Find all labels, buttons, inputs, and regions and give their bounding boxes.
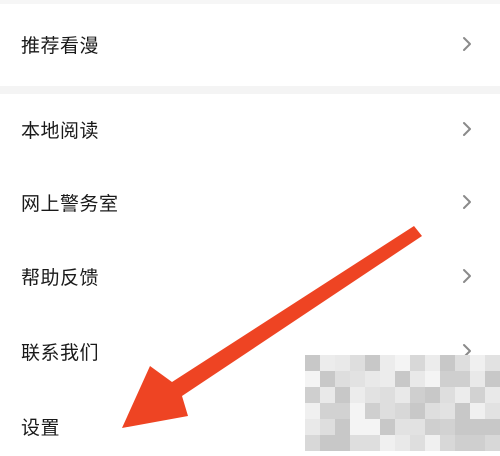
mosaic-cell (440, 371, 455, 387)
mosaic-cell (440, 419, 455, 435)
menu-item-label: 联系我们 (21, 341, 100, 364)
mosaic-cell (305, 387, 320, 403)
mosaic-cell (305, 403, 320, 419)
mosaic-cell (365, 387, 380, 403)
mosaic-cell (320, 387, 335, 403)
mosaic-cell (380, 387, 395, 403)
menu-item-label: 帮助反馈 (21, 266, 100, 289)
top-divider (0, 0, 500, 4)
mosaic-cell (425, 371, 440, 387)
mosaic-cell (470, 419, 485, 435)
mosaic-cell (485, 435, 500, 451)
mosaic-cell (395, 387, 410, 403)
mosaic-cell (335, 355, 350, 371)
mosaic-cell (335, 371, 350, 387)
mosaic-cell (455, 355, 470, 371)
settings-menu-screen: 推荐看漫 本地阅读 网上警务室 帮助反馈 联系我们 设置 (0, 0, 500, 452)
mosaic-cell (350, 403, 365, 419)
mosaic-cell (320, 435, 335, 451)
mosaic-cell (395, 435, 410, 451)
mosaic-cell (380, 435, 395, 451)
mosaic-cell (305, 419, 320, 435)
mosaic-cell (380, 371, 395, 387)
chevron-right-icon (460, 192, 474, 212)
mosaic-cell (440, 435, 455, 451)
mosaic-cell (335, 419, 350, 435)
mosaic-cell (395, 419, 410, 435)
mosaic-cell (455, 371, 470, 387)
mosaic-cell (335, 435, 350, 451)
menu-item-online-police[interactable]: 网上警务室 (0, 172, 500, 232)
mosaic-cell (305, 435, 320, 451)
mosaic-cell (455, 403, 470, 419)
mosaic-cell (365, 371, 380, 387)
mosaic-cell (485, 387, 500, 403)
mosaic-cell (365, 419, 380, 435)
mosaic-cell (335, 387, 350, 403)
chevron-right-icon (460, 266, 474, 286)
mosaic-cell (365, 435, 380, 451)
mosaic-cell (455, 435, 470, 451)
menu-item-label: 推荐看漫 (21, 34, 100, 57)
mosaic-cell (410, 355, 425, 371)
mosaic-cell (350, 371, 365, 387)
mosaic-cell (380, 419, 395, 435)
mosaic-cell (455, 419, 470, 435)
mosaic-cell (350, 387, 365, 403)
mosaic-cell (470, 435, 485, 451)
mosaic-cell (320, 419, 335, 435)
menu-item-recommend-comics[interactable]: 推荐看漫 (0, 14, 500, 74)
mosaic-cell (365, 355, 380, 371)
mosaic-cell (440, 355, 455, 371)
chevron-right-icon (460, 119, 474, 139)
mosaic-cell (305, 355, 320, 371)
mosaic-cell (395, 355, 410, 371)
pixelated-watermark (305, 355, 500, 452)
section-divider (0, 86, 500, 94)
mosaic-cell (440, 387, 455, 403)
menu-item-label: 本地阅读 (21, 119, 100, 142)
mosaic-cell (380, 355, 395, 371)
mosaic-cell (485, 355, 500, 371)
mosaic-cell (425, 419, 440, 435)
mosaic-cell (320, 403, 335, 419)
mosaic-cell (410, 435, 425, 451)
mosaic-cell (425, 355, 440, 371)
mosaic-cell (380, 403, 395, 419)
mosaic-cell (350, 435, 365, 451)
menu-item-label: 设置 (21, 416, 61, 439)
mosaic-cell (425, 435, 440, 451)
mosaic-cell (440, 403, 455, 419)
mosaic-cell (395, 371, 410, 387)
mosaic-cell (335, 403, 350, 419)
mosaic-cell (395, 403, 410, 419)
mosaic-cell (350, 419, 365, 435)
mosaic-cell (455, 387, 470, 403)
mosaic-cell (470, 403, 485, 419)
mosaic-cell (470, 387, 485, 403)
mosaic-cell (485, 419, 500, 435)
mosaic-cell (305, 371, 320, 387)
chevron-right-icon (460, 34, 474, 54)
mosaic-cell (425, 387, 440, 403)
mosaic-cell (470, 371, 485, 387)
menu-item-local-reading[interactable]: 本地阅读 (0, 99, 500, 159)
mosaic-cell (410, 419, 425, 435)
mosaic-cell (410, 403, 425, 419)
mosaic-cell (320, 371, 335, 387)
mosaic-cell (350, 355, 365, 371)
menu-item-label: 网上警务室 (21, 192, 119, 215)
mosaic-cell (485, 371, 500, 387)
mosaic-cell (320, 355, 335, 371)
mosaic-cell (485, 403, 500, 419)
mosaic-cell (365, 403, 380, 419)
menu-item-help-feedback[interactable]: 帮助反馈 (0, 246, 500, 306)
mosaic-cell (470, 355, 485, 371)
mosaic-cell (425, 403, 440, 419)
mosaic-cell (410, 371, 425, 387)
mosaic-cell (410, 387, 425, 403)
